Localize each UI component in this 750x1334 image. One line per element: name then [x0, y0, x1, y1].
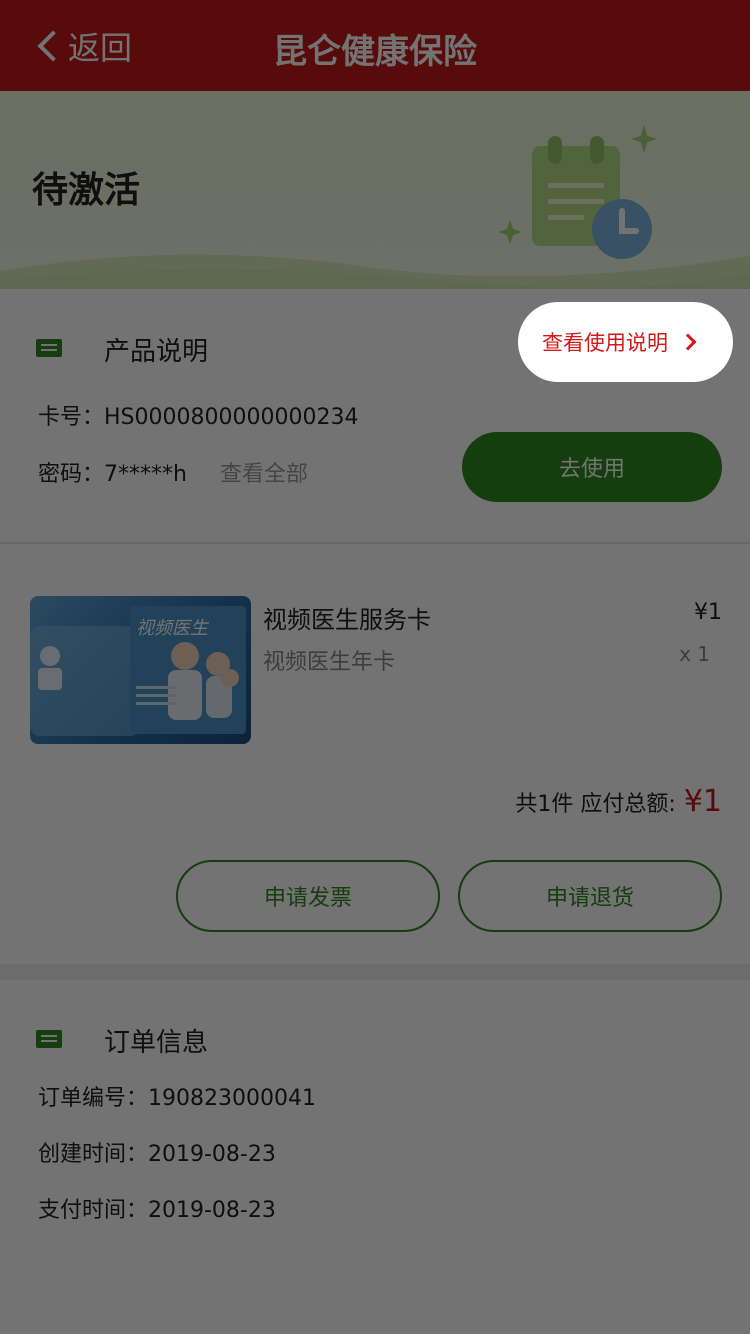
order-number: 订单编号：190823000041 [38, 1086, 316, 1111]
paid-time: 支付时间：2019-08-23 [38, 1198, 276, 1223]
product-quantity: x 1 [679, 642, 710, 666]
product-subtitle: 视频医生年卡 [263, 650, 396, 675]
document-icon [36, 339, 62, 357]
created-time: 创建时间：2019-08-23 [38, 1142, 276, 1167]
product-card: 视频医生 视频医生服务卡 视频医生年卡 ¥1 x 1 共1件 应付总额: ¥1 … [0, 544, 750, 964]
chevron-right-icon [679, 333, 697, 351]
product-name: 视频医生服务卡 [263, 606, 431, 634]
section-title-product: 产品说明 [104, 337, 209, 367]
document-icon [36, 1030, 62, 1048]
status-banner: 待激活 [0, 91, 750, 289]
section-gap [0, 964, 750, 980]
page-title: 昆仑健康保险 [273, 32, 477, 72]
password-label: 密码： [38, 462, 105, 487]
total-label: 共1件 应付总额: [515, 792, 676, 817]
card-number-value: HS0000800000000234 [104, 405, 359, 430]
section-title-order: 订单信息 [104, 1028, 209, 1058]
product-price: ¥1 [694, 600, 722, 625]
card-number: 卡号：HS0000800000000234 [38, 399, 358, 431]
password-value: 7*****h [104, 462, 187, 487]
order-info-card: 订单信息 订单编号：190823000041 创建时间：2019-08-23 支… [0, 980, 750, 1334]
total-value: ¥1 [683, 784, 722, 819]
card-number-label: 卡号： [38, 405, 105, 430]
product-image-caption: 视频医生 [136, 618, 208, 639]
nav-bar: 返回 昆仑健康保险 [0, 0, 750, 91]
view-all-link[interactable]: 查看全部 [220, 462, 308, 487]
invoice-button[interactable]: 申请发票 [176, 860, 440, 932]
usage-guide-link[interactable]: 查看使用说明 [518, 302, 733, 382]
order-total: 共1件 应付总额: ¥1 [515, 784, 722, 819]
product-image: 视频医生 [30, 596, 251, 744]
return-button[interactable]: 申请退货 [458, 860, 722, 932]
usage-guide-label: 查看使用说明 [542, 331, 668, 355]
use-button[interactable]: 去使用 [462, 432, 722, 502]
order-status: 待激活 [32, 170, 141, 211]
card-password: 密码：7*****h 查看全部 [38, 456, 308, 488]
